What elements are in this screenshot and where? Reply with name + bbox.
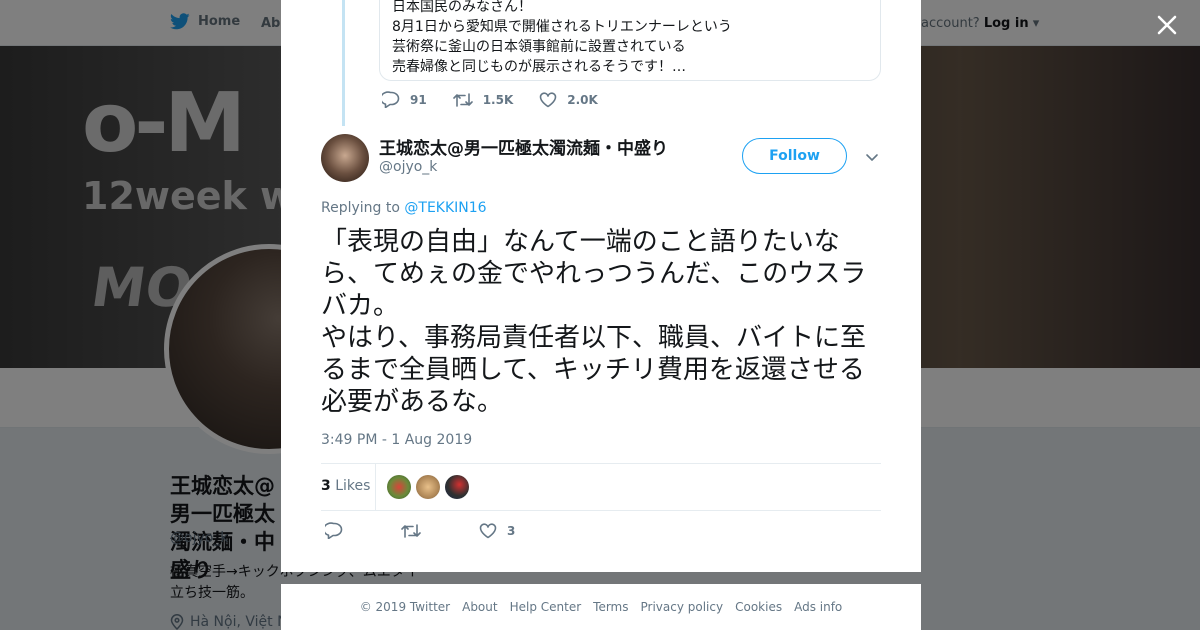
heart-icon [479,522,497,538]
tweet-modal: 日本国民のみなさん！ 8月1日から愛知県で開催されるトリエンナーレという 芸術祭… [281,0,921,572]
author-avatar[interactable] [321,134,369,182]
heart-icon [539,91,557,107]
quoted-tweet-line: 芸術祭に釜山の日本領事館前に設置されている [392,39,686,55]
tweet-timestamp[interactable]: 3:49 PM - 1 Aug 2019 [321,432,472,448]
thread-connector-line [342,0,345,126]
author-handle[interactable]: @ojyo_k [379,159,437,175]
likes-stat-label: Likes [335,478,371,494]
retweet-icon [452,92,473,107]
retweet-icon [401,523,421,538]
parent-like-button[interactable]: 2.0K [539,91,598,108]
liker-avatars [387,475,469,499]
footer-terms-link[interactable]: Terms [593,600,628,614]
liker-avatar[interactable] [445,475,469,499]
parent-retweet-count: 1.5K [482,92,514,107]
reply-icon [382,91,400,108]
author-name[interactable]: 王城恋太@男一匹極太濁流麺・中盛り [379,134,668,159]
tweet-actions: 3 [325,522,573,539]
parent-like-count: 2.0K [567,92,598,107]
quoted-tweet-line: 日本国民のみなさん！ [392,0,532,15]
close-icon[interactable] [1154,12,1180,38]
likes-stat-count: 3 [321,478,331,494]
footer-copyright: © 2019 Twitter [359,600,451,614]
footer-privacy-link[interactable]: Privacy policy [641,600,724,614]
footer-about-link[interactable]: About [462,600,497,614]
tweet-text-paragraph: やはり、事務局責任者以下、職員、バイトに至るまで全員晒して、キッチリ費用を返還さ… [321,323,866,417]
parent-reply-count: 91 [410,92,427,107]
tweet-text: 「表現の自由」なんて一端のこと語りたいなら、てめぇの金でやれっつうんだ、このウス… [321,226,881,418]
stats-divider [375,464,376,511]
parent-tweet-actions: 91 1.5K 2.0K [382,91,598,108]
quoted-tweet-line: 売春婦像と同じものが展示されるそうです！… [392,59,686,75]
tweet-text-paragraph: 「表現の自由」なんて一端のこと語りたいなら、てめぇの金でやれっつうんだ、このウス… [321,227,867,321]
replying-to-line: Replying to @TEKKIN16 [321,200,487,216]
likes-stat[interactable]: 3 Likes [321,478,370,494]
follow-button[interactable]: Follow [742,138,847,174]
parent-retweet-button[interactable]: 1.5K [452,91,514,108]
chevron-down-icon[interactable] [865,150,879,164]
replying-to-link[interactable]: @TEKKIN16 [404,200,486,216]
tweet-stats-bar: 3 Likes [321,463,881,511]
footer-help-link[interactable]: Help Center [510,600,582,614]
footer-links: © 2019 Twitter About Help Center Terms P… [281,584,921,630]
reply-icon [325,522,343,539]
quoted-tweet-card[interactable]: 日本国民のみなさん！ 8月1日から愛知県で開催されるトリエンナーレという 芸術祭… [379,0,881,81]
like-button[interactable]: 3 [479,522,516,539]
parent-reply-button[interactable]: 91 [382,91,427,108]
liker-avatar[interactable] [416,475,440,499]
replying-to-prefix: Replying to [321,200,400,216]
footer-ads-link[interactable]: Ads info [794,600,842,614]
like-count: 3 [507,523,516,538]
retweet-button[interactable] [401,523,421,539]
reply-button[interactable] [325,522,343,539]
quoted-tweet-line: 8月1日から愛知県で開催されるトリエンナーレという [392,19,732,35]
liker-avatar[interactable] [387,475,411,499]
footer-cookies-link[interactable]: Cookies [735,600,782,614]
